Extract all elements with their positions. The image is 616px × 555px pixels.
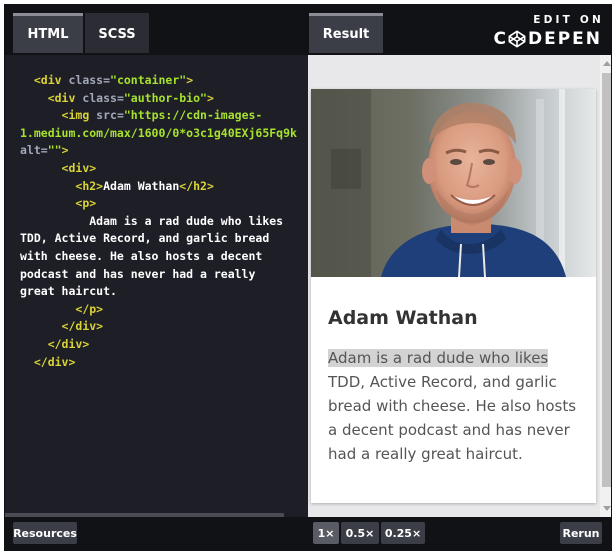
author-portrait-image bbox=[311, 89, 596, 277]
code-line: <div class="author-bio"> bbox=[20, 90, 308, 108]
author-bio-text: Adam Wathan Adam is a rad dude who likes… bbox=[328, 307, 588, 466]
code-line: 1.medium.com/max/1600/0*o3c1g40EXj65Fq9k bbox=[20, 125, 308, 143]
code-token: podcast and has never had a really bbox=[20, 266, 256, 281]
code-line: <div class="container"> bbox=[20, 72, 308, 90]
code-line: <p> bbox=[20, 195, 308, 213]
code-token: > bbox=[186, 73, 194, 87]
code-line: </div> bbox=[20, 336, 308, 354]
code-token: alt= bbox=[20, 143, 48, 158]
code-token: </h2> bbox=[179, 178, 214, 193]
rerun-button[interactable]: Rerun bbox=[560, 522, 602, 544]
code-line: <img src="https://cdn-images- bbox=[20, 107, 308, 125]
code-line: </p> bbox=[20, 301, 308, 319]
resources-button[interactable]: Resources bbox=[13, 522, 77, 544]
result-preview: Adam Wathan Adam is a rad dude who likes… bbox=[308, 55, 611, 517]
code-token: <div bbox=[33, 73, 69, 87]
code-token: with cheese. He also hosts a decent bbox=[20, 248, 263, 263]
code-token: "" bbox=[47, 143, 62, 158]
code-block: <div class="container"> <div class="auth… bbox=[20, 72, 308, 371]
code-token: <div bbox=[47, 90, 83, 105]
logo-edit-on-text: EDIT ON bbox=[533, 14, 604, 26]
scroll-up-arrow-icon[interactable] bbox=[603, 61, 611, 66]
code-token: Adam is a rad dude who likes bbox=[20, 213, 284, 228]
code-token: great haircut. bbox=[20, 284, 117, 299]
code-token: class= bbox=[82, 90, 124, 105]
tab-html[interactable]: HTML bbox=[13, 13, 83, 53]
code-token: src= bbox=[96, 108, 124, 123]
codepen-embed: HTML SCSS Result EDIT ON C DEPEN <div cl… bbox=[4, 4, 612, 551]
code-token: Adam Wathan bbox=[103, 178, 180, 193]
zoom-0-25x-button[interactable]: 0.25× bbox=[381, 522, 425, 544]
zoom-1x-button[interactable]: 1× bbox=[313, 522, 339, 544]
embed-footer: Resources 1× 0.5× 0.25× Rerun bbox=[5, 517, 611, 550]
zoom-0-5x-button[interactable]: 0.5× bbox=[341, 522, 379, 544]
code-token: </div> bbox=[33, 354, 76, 369]
logo-wordmark: C DEPEN bbox=[492, 29, 602, 49]
logo-letters-depen: DEPEN bbox=[527, 29, 602, 49]
code-token: </div> bbox=[47, 336, 90, 351]
code-line: </div> bbox=[20, 318, 308, 336]
scroll-down-arrow-icon[interactable] bbox=[603, 506, 611, 511]
html-code-editor[interactable]: <div class="container"> <div class="auth… bbox=[5, 55, 308, 517]
code-token: > bbox=[206, 90, 214, 105]
code-token: "container" bbox=[110, 73, 187, 87]
code-line: </div> bbox=[20, 354, 308, 372]
code-token: "author-bio" bbox=[123, 90, 207, 105]
edit-on-codepen-link[interactable]: EDIT ON C DEPEN bbox=[492, 14, 604, 49]
code-line: Adam is a rad dude who likes bbox=[20, 213, 308, 231]
code-token: <h2> bbox=[75, 178, 104, 193]
result-vertical-scrollbar[interactable] bbox=[600, 55, 611, 517]
codepen-cube-icon bbox=[508, 30, 526, 48]
code-token: </p> bbox=[75, 301, 104, 316]
bio-rest-text: TDD, Active Record, and garlic bread wit… bbox=[328, 373, 577, 463]
code-token: TDD, Active Record, and garlic bread bbox=[20, 231, 270, 246]
tab-scss[interactable]: SCSS bbox=[85, 13, 149, 53]
logo-letter-c: C bbox=[493, 29, 508, 49]
tab-result[interactable]: Result bbox=[309, 13, 383, 53]
code-line: great haircut. bbox=[20, 283, 308, 301]
code-line: alt=""> bbox=[20, 142, 308, 160]
author-photo bbox=[311, 89, 596, 277]
code-token: </div> bbox=[61, 319, 104, 334]
code-token: 1.medium.com/max/1600/0*o3c1g40EXj65Fq9k bbox=[20, 125, 297, 140]
code-token: <p> bbox=[75, 196, 97, 211]
code-token: > bbox=[61, 143, 69, 158]
selected-text-highlight: Adam is a rad dude who likes bbox=[328, 349, 549, 367]
code-token: <img bbox=[61, 108, 97, 123]
author-name-heading: Adam Wathan bbox=[328, 307, 478, 329]
code-line: <h2>Adam Wathan</h2> bbox=[20, 178, 308, 196]
scrollbar-thumb[interactable] bbox=[602, 73, 611, 487]
code-line: with cheese. He also hosts a decent bbox=[20, 248, 308, 266]
code-line: TDD, Active Record, and garlic bread bbox=[20, 230, 308, 248]
code-token: <div> bbox=[61, 160, 97, 175]
author-bio-paragraph: Adam is a rad dude who likes TDD, Active… bbox=[328, 346, 588, 466]
embed-header: HTML SCSS Result EDIT ON C DEPEN bbox=[5, 5, 611, 55]
code-token: class= bbox=[68, 73, 111, 87]
code-line: podcast and has never had a really bbox=[20, 266, 308, 284]
author-bio-card: Adam Wathan Adam is a rad dude who likes… bbox=[311, 89, 596, 503]
code-line: <div> bbox=[20, 160, 308, 178]
code-token: "https://cdn-images- bbox=[123, 108, 263, 123]
